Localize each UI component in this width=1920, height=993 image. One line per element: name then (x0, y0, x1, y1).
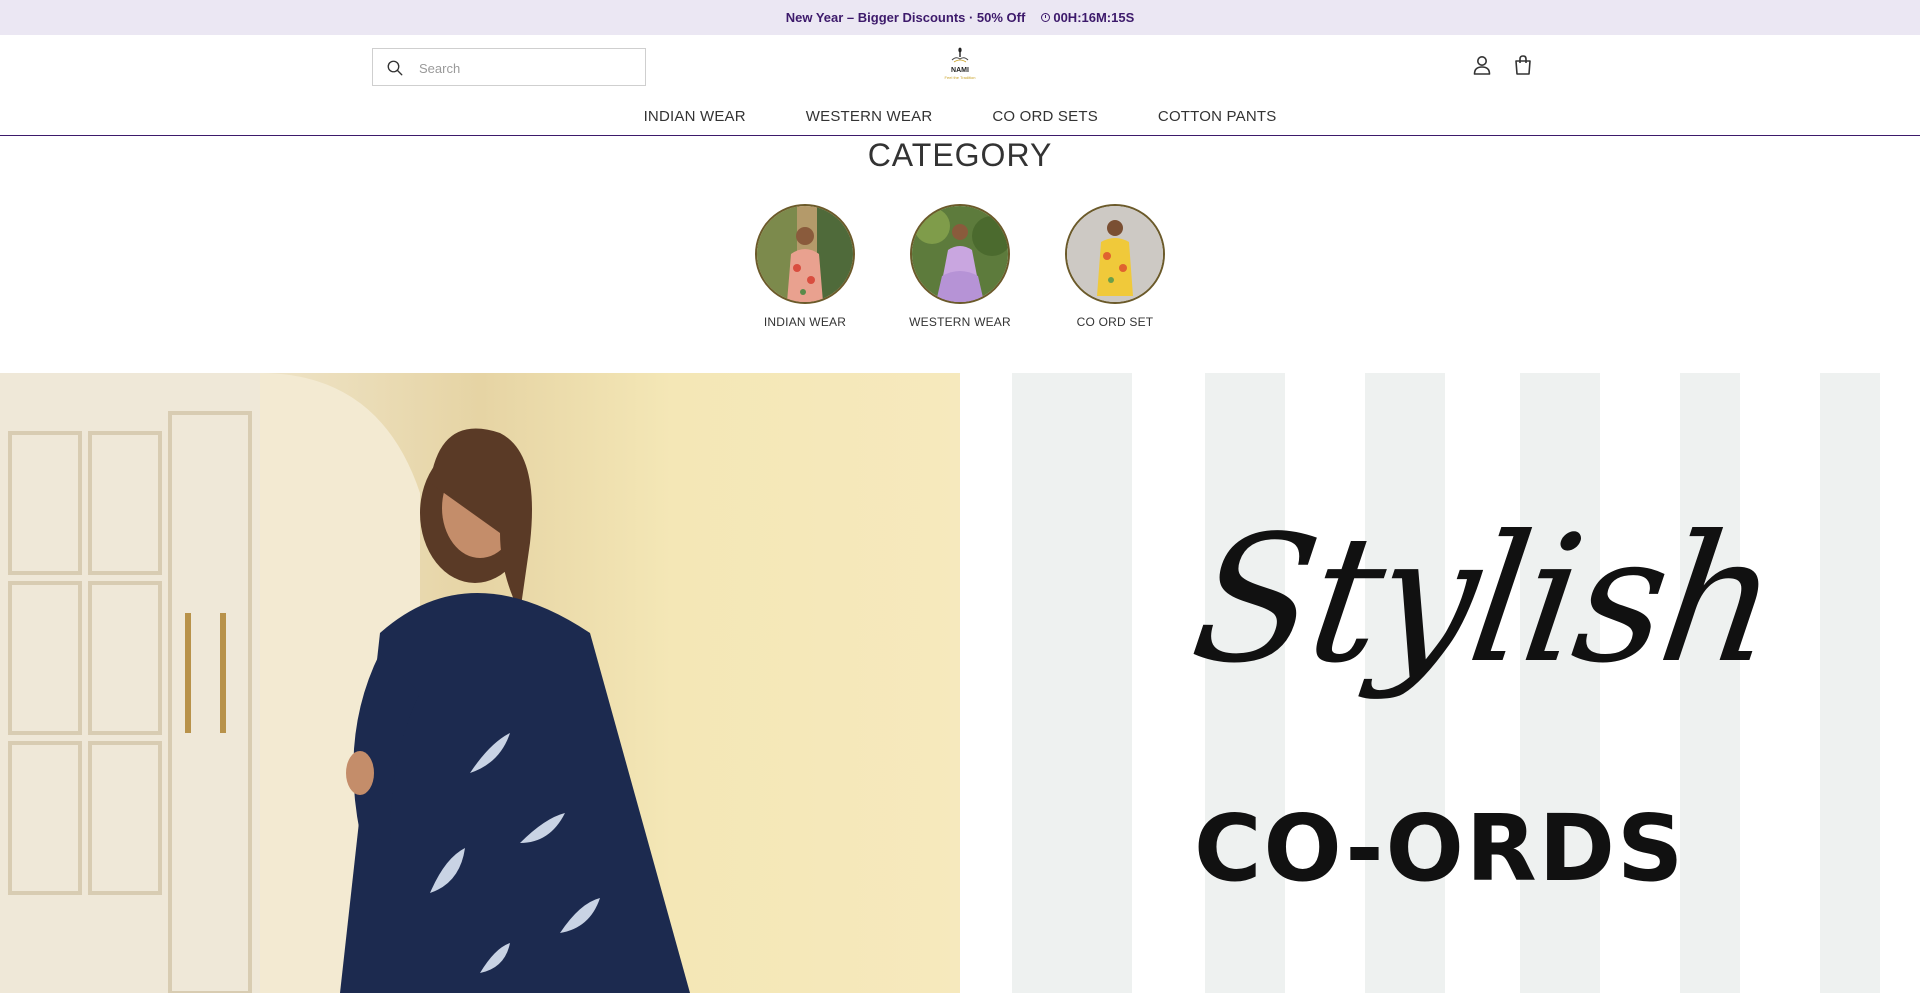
header-icons (1470, 53, 1535, 77)
category-image-co-ord-set[interactable] (1065, 204, 1165, 304)
countdown-value: 00H:16M:15S (1053, 10, 1135, 25)
category-indian-wear[interactable]: INDIAN WEAR (755, 204, 855, 329)
banner-script-text: Stylish (1181, 499, 1786, 702)
countdown-timer: 00H:16M:15S (1041, 10, 1134, 25)
nav-co-ord-sets[interactable]: CO ORD SETS (992, 102, 1098, 132)
cart-icon[interactable] (1511, 53, 1535, 77)
logo-brand: NAMI (951, 67, 969, 74)
category-label: CO ORD SET (1076, 315, 1154, 329)
logo-tagline: Feel the Tradition (944, 75, 976, 80)
account-icon[interactable] (1470, 53, 1494, 77)
announcement-message: New Year – Bigger Discounts · 50% Off (785, 10, 1026, 25)
clock-icon (1041, 13, 1051, 22)
site-logo[interactable]: NAMI Feel the Tradition (932, 47, 988, 87)
category-label: INDIAN WEAR (763, 315, 847, 329)
search-box[interactable] (372, 48, 646, 86)
category-image-western-wear[interactable] (910, 204, 1010, 304)
category-label: WESTERN WEAR (909, 315, 1011, 329)
site-header: NAMI Feel the Tradition INDIAN WEAR WEST… (0, 35, 1920, 136)
category-list: INDIAN WEAR WESTERN WEAR CO ORD SET (0, 204, 1920, 329)
main-nav: INDIAN WEAR WESTERN WEAR CO ORD SETS COT… (0, 102, 1920, 132)
announcement-bar: New Year – Bigger Discounts · 50% Off 00… (0, 0, 1920, 35)
nav-indian-wear[interactable]: INDIAN WEAR (644, 102, 746, 132)
nav-cotton-pants[interactable]: COTTON PANTS (1158, 102, 1277, 132)
banner-headline: CO-ORDS (1194, 795, 1686, 902)
category-western-wear[interactable]: WESTERN WEAR (909, 204, 1011, 329)
search-icon[interactable] (386, 59, 404, 77)
nav-western-wear[interactable]: WESTERN WEAR (806, 102, 933, 132)
hero-banner-image[interactable] (0, 373, 960, 993)
search-input[interactable] (417, 57, 641, 79)
hero-banner-promo[interactable]: Stylish CO-ORDS (960, 373, 1920, 993)
category-title: CATEGORY (867, 137, 1053, 173)
category-co-ord-set[interactable]: CO ORD SET (1065, 204, 1165, 329)
hero-model-photo (0, 373, 690, 993)
category-image-indian-wear[interactable] (755, 204, 855, 304)
logo-mark (951, 47, 969, 63)
